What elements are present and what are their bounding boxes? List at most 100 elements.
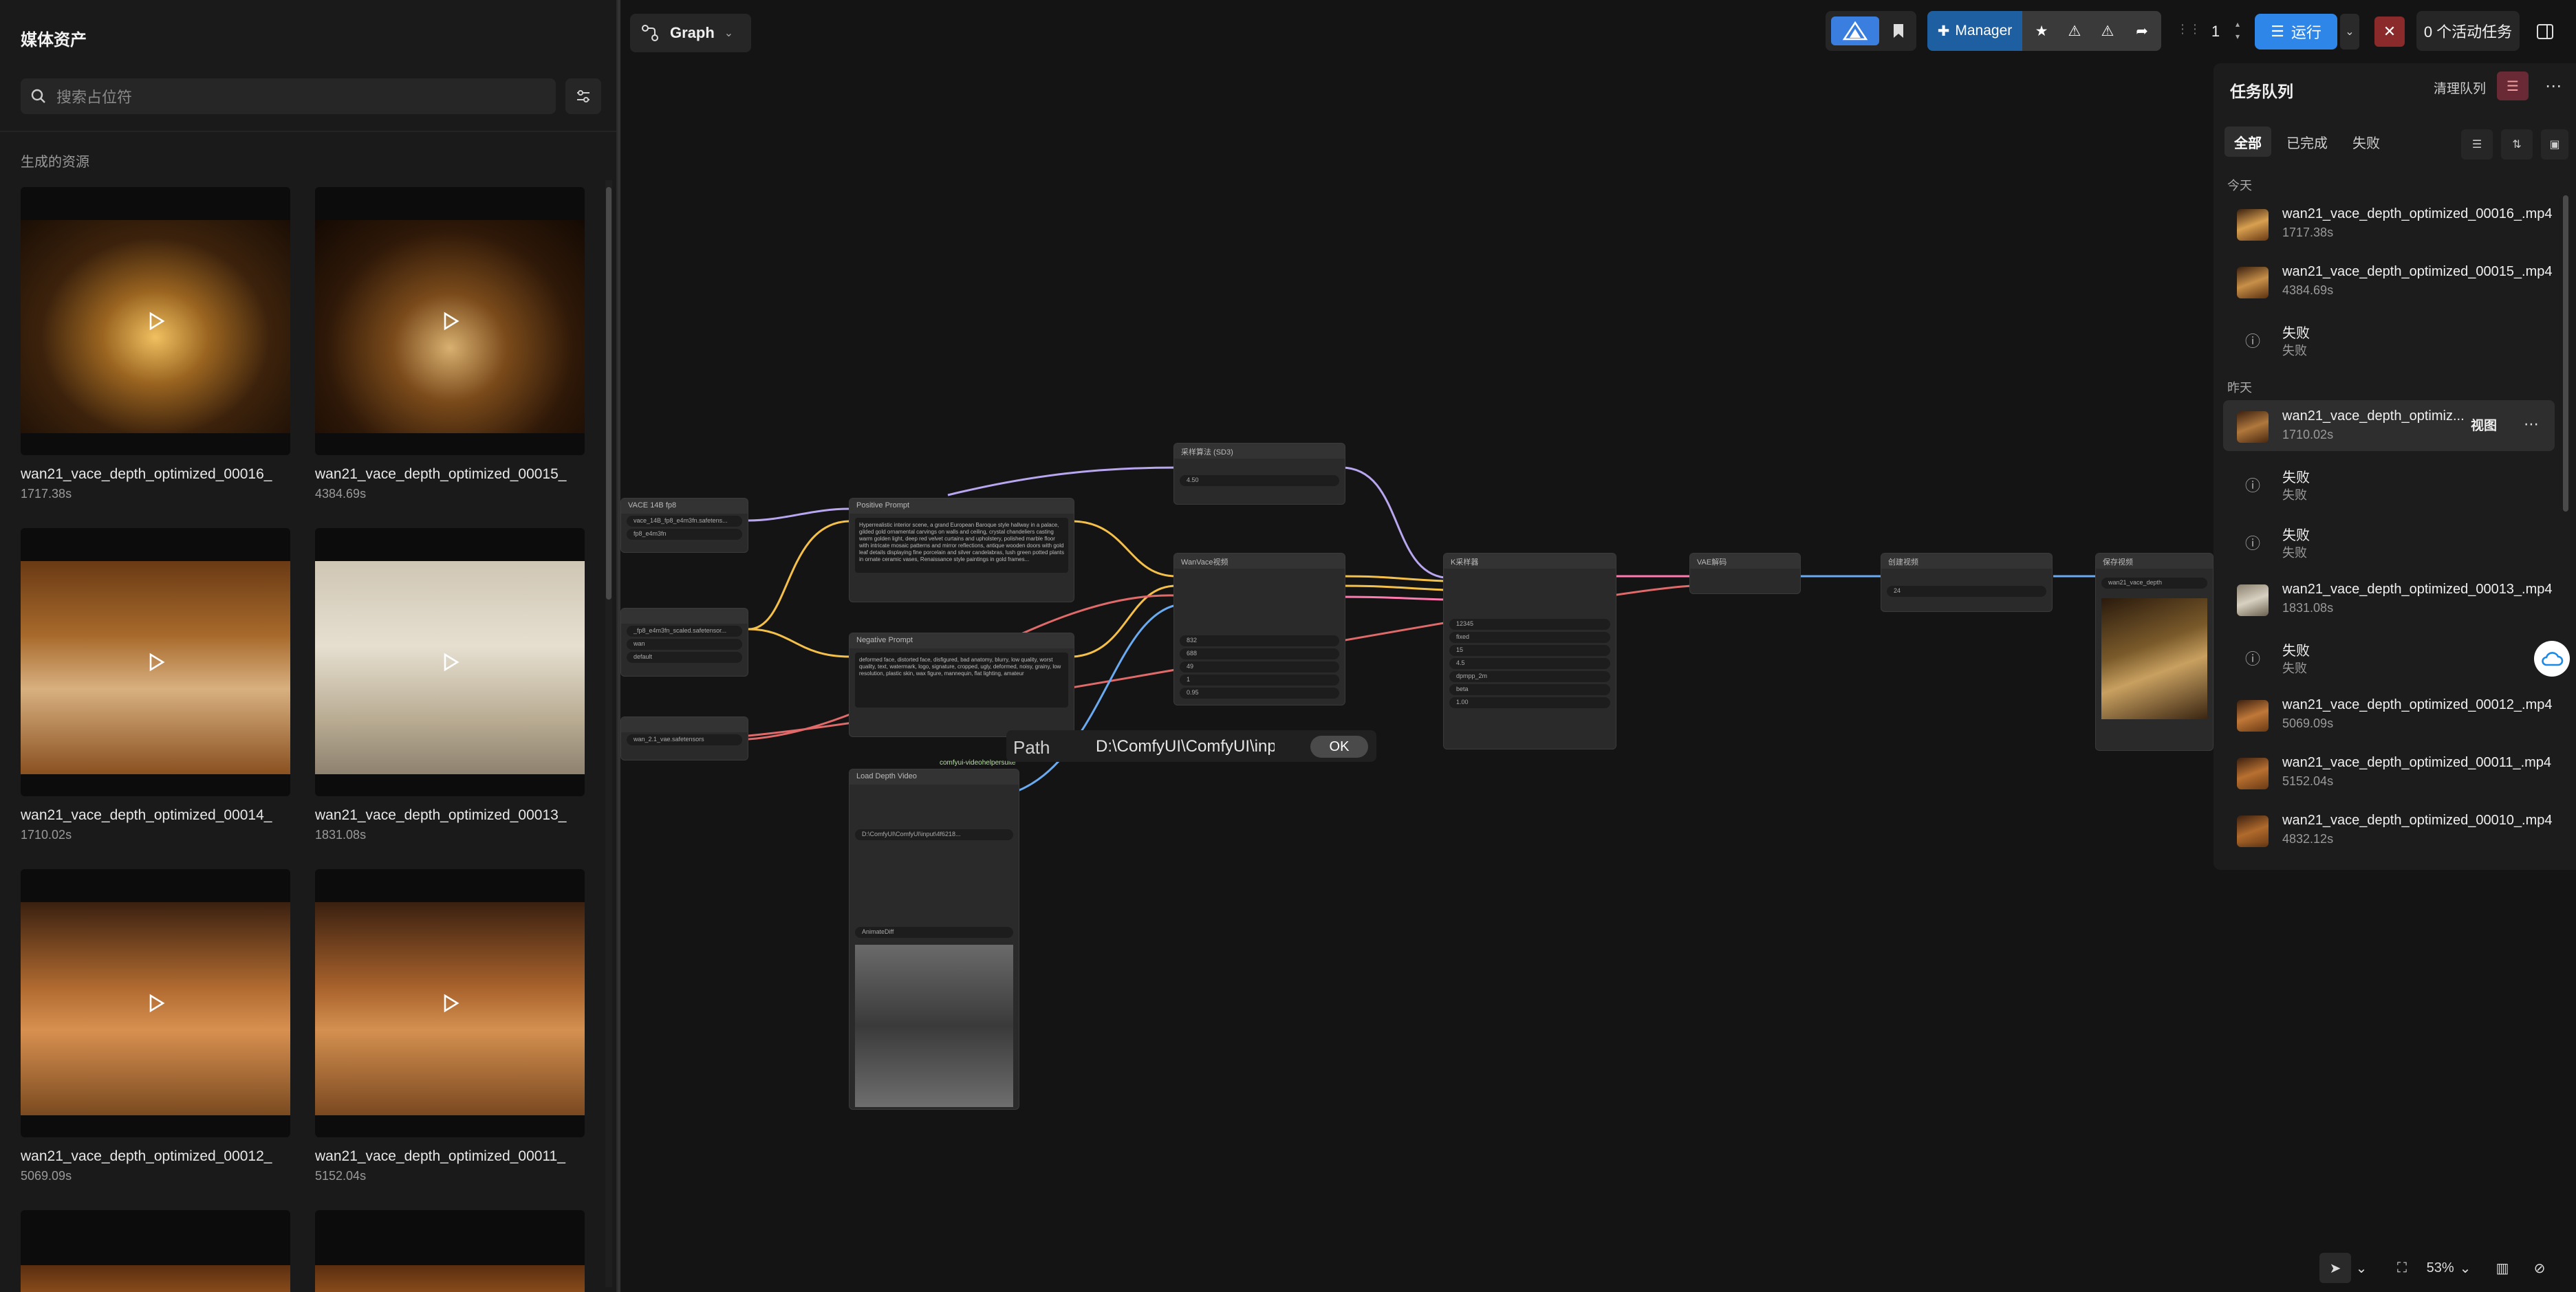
positive-prompt-node[interactable]: Positive Prompt Hyperrealistic interior …	[849, 498, 1074, 602]
bookmark-button[interactable]	[1886, 17, 1911, 45]
queue-item[interactable]: wan21_vace_depth_optimized_00015_.mp4 43…	[2223, 256, 2555, 307]
node-widget[interactable]: 15	[1449, 645, 1610, 656]
search-input[interactable]: 搜索占位符	[21, 78, 556, 114]
clear-queue-label[interactable]: 清理队列	[2434, 78, 2486, 97]
media-thumbnail[interactable]	[21, 869, 290, 1137]
vae-decode-node[interactable]: VAE解码	[1689, 553, 1801, 594]
create-video-node[interactable]: 创建视频 24	[1881, 553, 2053, 612]
media-card[interactable]: wan21_vace_depth_optimized_00013_ 1831.0…	[315, 528, 585, 842]
media-card[interactable]	[21, 1210, 290, 1292]
prompt-textarea[interactable]: Hyperrealistic interior scene, a grand E…	[855, 518, 1068, 573]
logo-button[interactable]	[1831, 17, 1879, 45]
run-dropdown-button[interactable]: ⌄	[2340, 14, 2359, 50]
node-widget[interactable]: 4.50	[1180, 475, 1339, 486]
node-widget[interactable]: fp8_e4m3fn	[627, 529, 742, 540]
media-card[interactable]: wan21_vace_depth_optimized_00016_ 1717.3…	[21, 187, 290, 501]
media-card[interactable]: wan21_vace_depth_optimized_00011_ 5152.0…	[315, 869, 585, 1183]
media-thumbnail[interactable]	[315, 869, 585, 1137]
queue-item[interactable]: wan21_vace_depth_optimized_00012_.mp4 50…	[2223, 689, 2555, 740]
play-icon[interactable]	[136, 302, 175, 340]
node-widget[interactable]: 1	[1180, 675, 1339, 686]
wanvace-video-node[interactable]: WanVace视频 832 688 49 1 0.95	[1173, 553, 1345, 705]
queue-item[interactable]: wan21_vace_depth_optimiz... 1710.02s 视图 …	[2223, 400, 2555, 451]
queue-item[interactable]: wan21_vace_depth_optimized_00011_.mp4 51…	[2223, 747, 2555, 798]
media-card[interactable]	[315, 1210, 585, 1292]
drag-handle-icon[interactable]: ⋮⋮	[2176, 22, 2201, 40]
tool-dropdown[interactable]: ⌄	[2352, 1253, 2370, 1283]
node-widget[interactable]: beta	[1449, 684, 1610, 695]
tab-all[interactable]: 全部	[2225, 127, 2271, 157]
node-widget[interactable]: vace_14B_fp8_e4m3fn.safetens...	[627, 516, 742, 527]
play-icon[interactable]	[136, 643, 175, 681]
ksampler-node[interactable]: K采样器 12345 fixed 15 4.5 dpmpp_2m beta 1.…	[1443, 553, 1616, 749]
play-icon[interactable]	[431, 643, 469, 681]
model-loader-node[interactable]: VACE 14B fp8 vace_14B_fp8_e4m3fn.safeten…	[620, 498, 748, 553]
more-options-button[interactable]: ⋯	[2540, 72, 2567, 100]
node-widget[interactable]: default	[627, 652, 742, 663]
clip-loader-node[interactable]: _fp8_e4m3fn_scaled.safetensor... wan def…	[620, 608, 748, 677]
run-button[interactable]: ☰ 运行	[2255, 14, 2337, 50]
zoom-control[interactable]: 53% ⌄	[2421, 1253, 2476, 1283]
play-icon[interactable]	[431, 984, 469, 1022]
toggle-sidebar-button[interactable]	[2531, 18, 2559, 45]
node-widget[interactable]: 688	[1180, 648, 1339, 659]
model-a-button[interactable]: ⚠	[2061, 17, 2088, 45]
node-widget[interactable]: AnimateDiff	[855, 927, 1013, 938]
node-widget[interactable]: 49	[1180, 661, 1339, 672]
media-thumbnail[interactable]	[21, 528, 290, 796]
share-button[interactable]: ➦	[2127, 17, 2157, 45]
node-widget[interactable]: fixed	[1449, 632, 1610, 643]
prompt-textarea[interactable]: deformed face, distorted face, disfigure…	[855, 653, 1068, 708]
sort-button[interactable]: ⇅	[2501, 129, 2533, 160]
filter-button[interactable]: ☰	[2461, 129, 2493, 160]
play-icon[interactable]	[431, 302, 469, 340]
node-widget[interactable]: 0.95	[1180, 688, 1339, 699]
node-widget[interactable]: D:\ComfyUI\ComfyUI\input\4f6218...	[855, 829, 1013, 840]
media-thumbnail[interactable]	[315, 528, 585, 796]
media-thumbnail[interactable]	[315, 187, 585, 455]
media-card[interactable]: wan21_vace_depth_optimized_00015_ 4384.6…	[315, 187, 585, 501]
media-thumbnail[interactable]	[21, 187, 290, 455]
negative-prompt-node[interactable]: Negative Prompt deformed face, distorted…	[849, 633, 1074, 737]
queue-item[interactable]: ⓘ 失败 失败	[2223, 631, 2555, 682]
vae-loader-node[interactable]: wan_2.1_vae.safetensors	[620, 716, 748, 760]
path-popup[interactable]: Path D:\ComfyUI\ComfyUI\input\ OK	[1006, 730, 1376, 762]
queue-item[interactable]: wan21_vace_depth_optimized_00013_.mp4 18…	[2223, 573, 2555, 624]
star-button[interactable]: ★	[2028, 17, 2055, 45]
cancel-run-button[interactable]: ✕	[2374, 17, 2405, 47]
sampling-sd3-node[interactable]: 采样算法 (SD3) 4.50	[1173, 443, 1345, 505]
media-card[interactable]: wan21_vace_depth_optimized_00014_ 1710.0…	[21, 528, 290, 842]
manager-button[interactable]: ✚ Manager	[1927, 11, 2022, 51]
queue-item[interactable]: ⓘ 失败 失败	[2223, 458, 2555, 509]
node-widget[interactable]: dpmpp_2m	[1449, 671, 1610, 682]
node-widget[interactable]: 1.00	[1449, 697, 1610, 708]
media-scrollbar[interactable]	[605, 180, 612, 1287]
node-widget[interactable]: _fp8_e4m3fn_scaled.safetensor...	[627, 626, 742, 637]
node-widget[interactable]: 12345	[1449, 619, 1610, 630]
media-thumbnail[interactable]	[21, 1210, 290, 1292]
node-widget[interactable]: 4.5	[1449, 658, 1610, 669]
cloud-sync-button[interactable]	[2534, 641, 2570, 677]
media-thumbnail[interactable]	[315, 1210, 585, 1292]
clear-queue-button[interactable]: ☰	[2497, 72, 2529, 100]
queue-item[interactable]: wan21_vace_depth_optimized_00016_.mp4 17…	[2223, 198, 2555, 249]
scrollbar-thumb[interactable]	[2563, 195, 2568, 512]
tab-failed[interactable]: 失败	[2343, 127, 2390, 157]
load-depth-video-node[interactable]: Load Depth Video D:\ComfyUI\ComfyUI\inpu…	[849, 769, 1019, 1110]
node-widget[interactable]: wan_2.1_vae.safetensors	[627, 734, 742, 745]
play-icon[interactable]	[136, 984, 175, 1022]
node-widget[interactable]: 24	[1887, 586, 2046, 597]
graph-tab[interactable]: Graph ⌄	[630, 14, 751, 52]
tab-completed[interactable]: 已完成	[2277, 127, 2337, 157]
media-card[interactable]: wan21_vace_depth_optimized_00012_ 5069.0…	[21, 869, 290, 1183]
save-video-node[interactable]: 保存视频 wan21_vace_depth	[2095, 553, 2214, 751]
queue-scrollbar[interactable]	[2563, 188, 2568, 862]
node-widget[interactable]: wan	[627, 639, 742, 650]
stepper-icon[interactable]: ▴ ▾	[2236, 18, 2245, 45]
view-button[interactable]: 视图	[2471, 415, 2497, 434]
node-widget[interactable]: 832	[1180, 635, 1339, 646]
hide-links-button[interactable]: ⊘	[2526, 1253, 2553, 1283]
node-widget[interactable]: wan21_vace_depth	[2101, 578, 2207, 589]
path-input[interactable]: D:\ComfyUI\ComfyUI\input\	[1096, 737, 1275, 756]
queue-item[interactable]: ⓘ 失败 失败	[2223, 516, 2555, 567]
